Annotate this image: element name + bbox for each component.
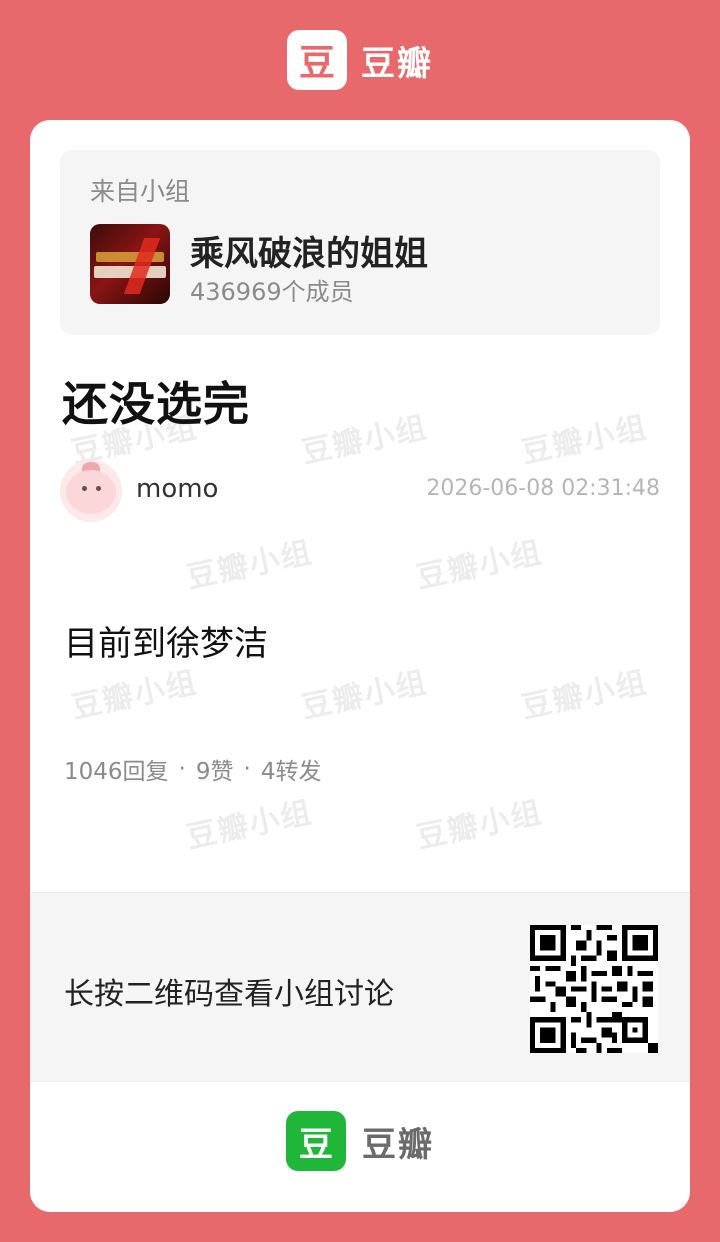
qr-code[interactable]	[530, 925, 658, 1053]
reply-count: 1046回复	[64, 759, 169, 785]
bottom-brand: 豆 豆瓣	[30, 1110, 690, 1172]
share-card: 豆瓣小组 豆瓣小组 豆瓣小组 豆瓣小组 豆瓣小组 豆瓣小组 豆瓣小组 豆瓣小组 …	[30, 120, 690, 1212]
author-name[interactable]: momo	[136, 474, 218, 504]
group-name: 乘风破浪的姐姐	[190, 234, 428, 274]
watermark: 豆瓣小组	[518, 664, 651, 726]
watermark: 豆瓣小组	[183, 794, 316, 856]
post-title: 还没选完	[62, 377, 250, 431]
author-row: momo 2026-06-08 02:31:48	[60, 460, 660, 522]
avatar[interactable]	[60, 460, 122, 522]
watermark: 豆瓣小组	[298, 664, 431, 726]
repost-count: 4转发	[260, 759, 322, 785]
group-cover-image	[90, 224, 170, 304]
brand-name: 豆瓣	[361, 43, 433, 84]
brand-name: 豆瓣	[362, 1124, 434, 1165]
watermark: 豆瓣小组	[413, 534, 546, 596]
group-from-label: 来自小组	[90, 177, 191, 206]
like-count: 9赞	[195, 759, 234, 785]
group-info[interactable]: 来自小组 乘风破浪的姐姐 436969个成员	[60, 150, 660, 335]
douban-logo-icon: 豆	[286, 1111, 346, 1171]
post-body: 目前到徐梦洁	[64, 624, 268, 664]
watermark: 豆瓣小组	[183, 534, 316, 596]
douban-logo-icon: 豆	[287, 30, 347, 90]
qr-section: 长按二维码查看小组讨论	[30, 892, 690, 1082]
stats-separator: ·	[243, 756, 251, 782]
group-member-count: 436969个成员	[190, 278, 354, 306]
watermark: 豆瓣小组	[68, 664, 201, 726]
post-timestamp: 2026-06-08 02:31:48	[426, 476, 660, 501]
stats-separator: ·	[178, 756, 186, 782]
post-stats: 1046回复 · 9赞 · 4转发	[64, 752, 321, 786]
qr-hint: 长按二维码查看小组讨论	[64, 977, 394, 1012]
top-brand: 豆 豆瓣	[0, 30, 720, 90]
watermark: 豆瓣小组	[413, 794, 546, 856]
